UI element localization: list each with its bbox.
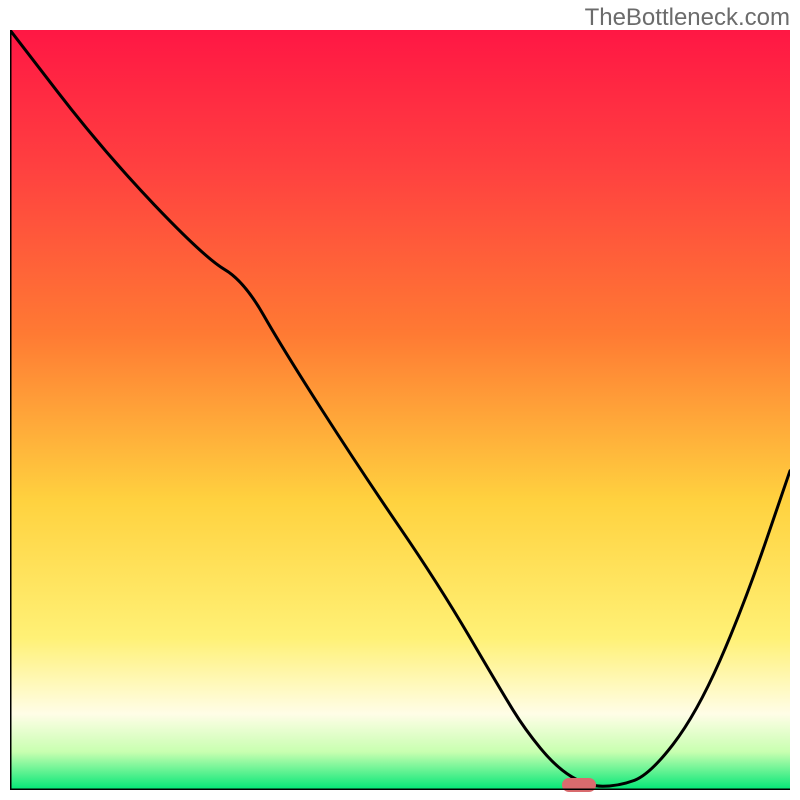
watermark-text: TheBottleneck.com <box>585 4 790 32</box>
plot-area <box>10 30 790 790</box>
minimum-marker <box>562 778 596 792</box>
chart-container: TheBottleneck.com <box>0 0 800 800</box>
curve-layer <box>10 30 790 790</box>
data-curve <box>10 30 790 786</box>
